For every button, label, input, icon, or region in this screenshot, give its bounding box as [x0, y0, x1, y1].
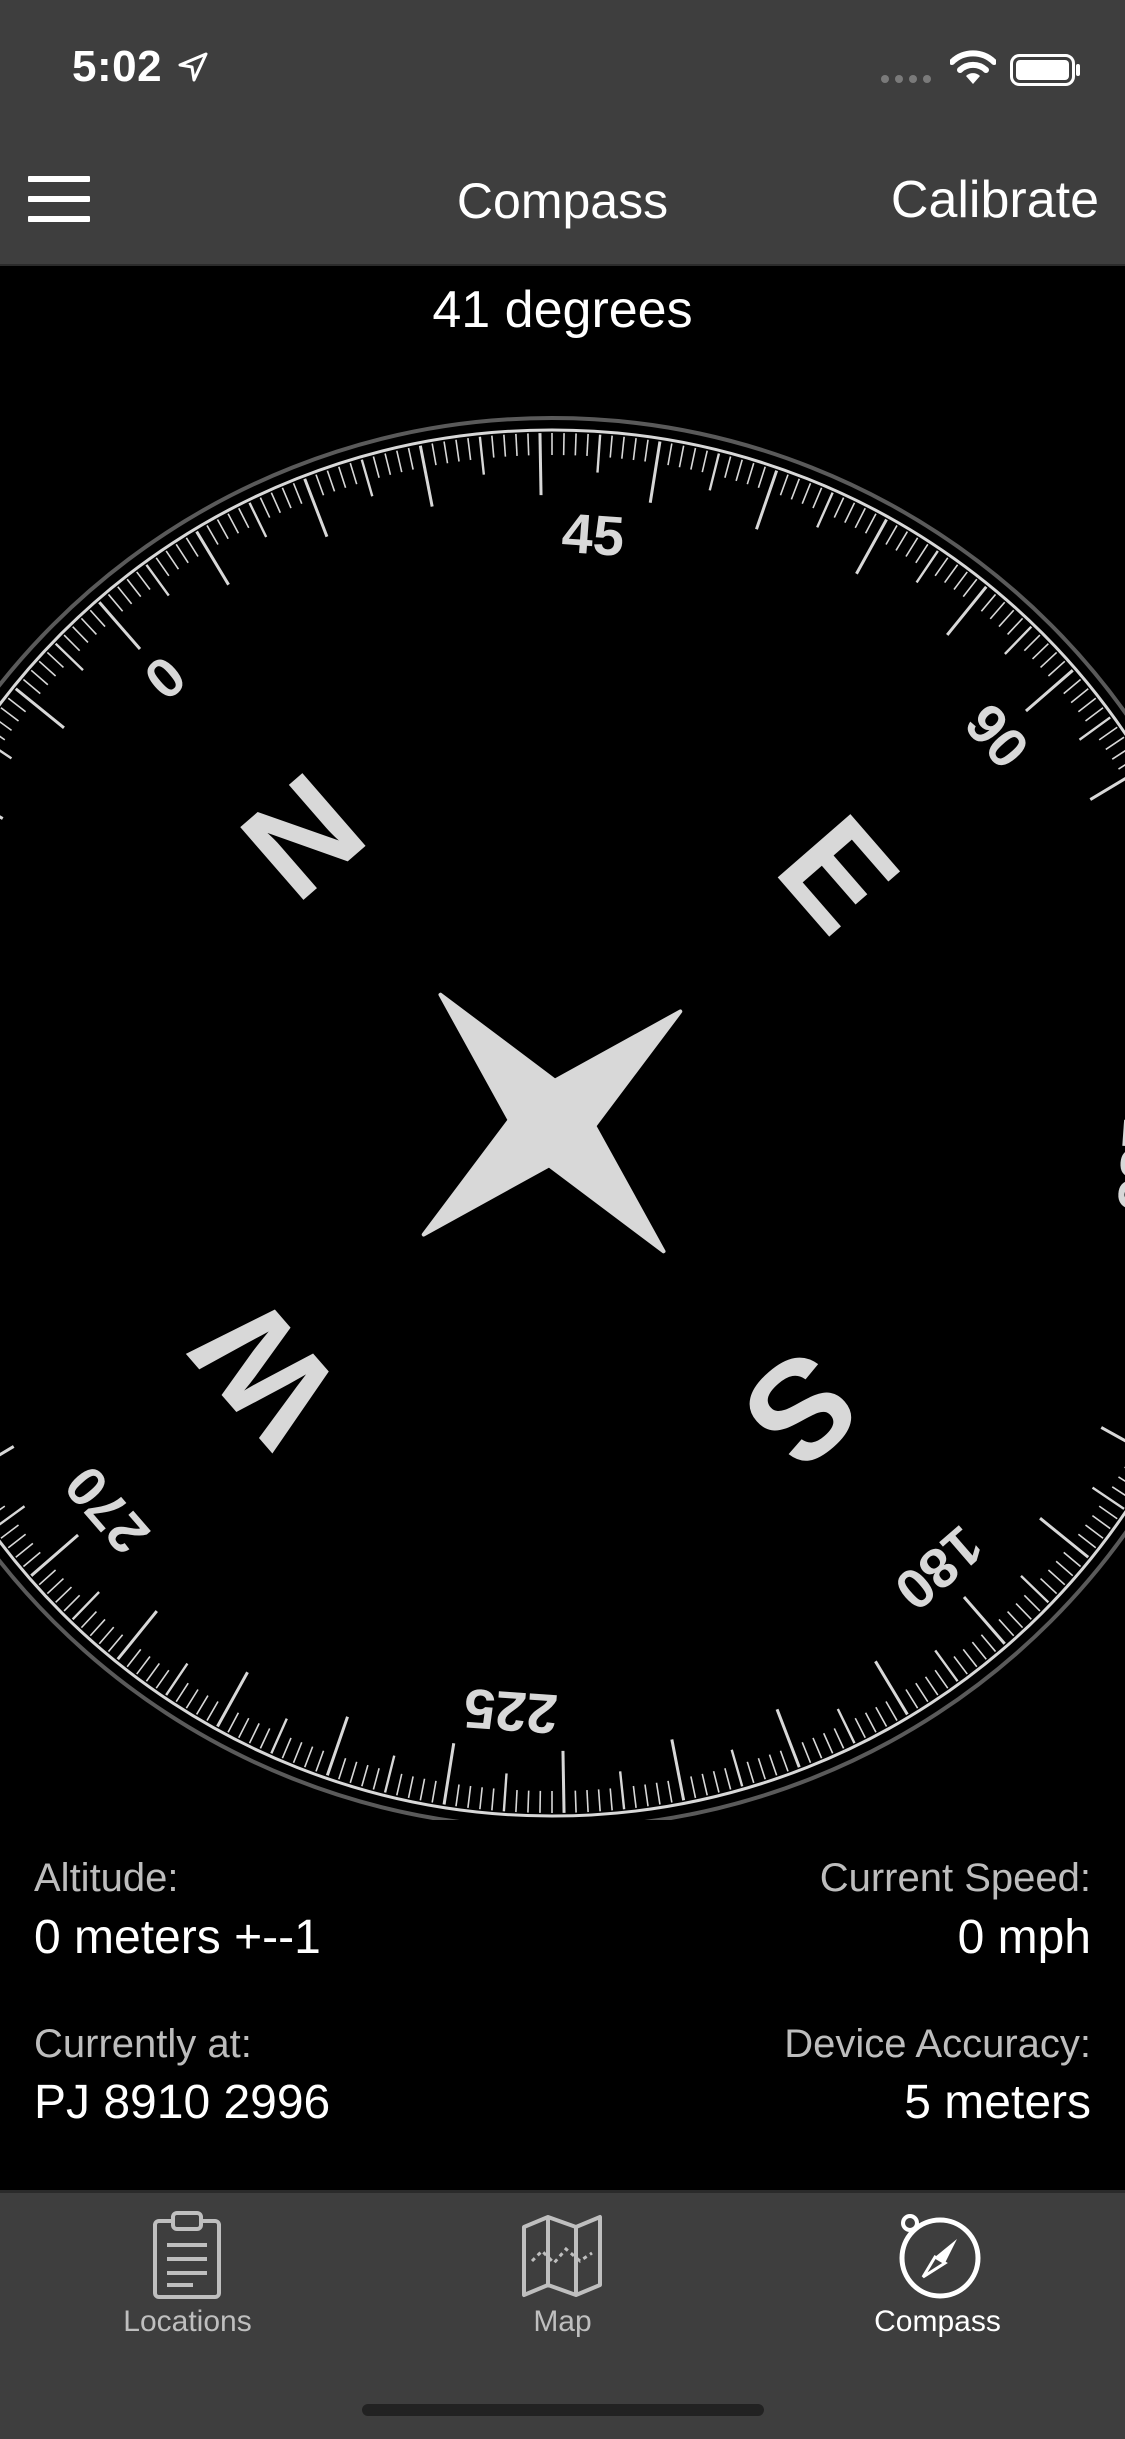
clipboard-icon — [145, 2211, 229, 2301]
location-arrow-icon — [178, 52, 208, 82]
compass-icon — [895, 2211, 985, 2301]
degree-tick — [575, 433, 576, 455]
accuracy-label: Device Accuracy: — [784, 2022, 1091, 2067]
degree-tick — [540, 433, 541, 495]
speed-label: Current Speed: — [820, 1856, 1091, 1901]
tab-bar: Locations Map Compass — [0, 2190, 1125, 2439]
degree-tick — [528, 1791, 529, 1813]
map-icon — [520, 2211, 604, 2301]
home-indicator — [362, 2404, 764, 2416]
location-value: PJ 8910 2996 — [34, 2075, 330, 2130]
degree-tick — [575, 1791, 576, 1813]
compass-dial: 04590135180225270315 NESW — [0, 400, 1125, 1820]
tab-label-map: Map — [375, 2305, 750, 2339]
tab-label-locations: Locations — [0, 2305, 375, 2339]
tab-locations[interactable]: Locations — [0, 2201, 375, 2371]
wifi-icon — [950, 50, 996, 86]
degree-tick — [528, 433, 529, 455]
tab-compass[interactable]: Compass — [750, 2201, 1125, 2371]
battery-icon — [1010, 54, 1082, 86]
navigation-bar: Compass Calibrate — [0, 132, 1125, 266]
status-time: 5:02 — [72, 42, 162, 92]
location-label: Currently at: — [34, 2022, 252, 2067]
degree-tick — [563, 1751, 564, 1813]
speed-value: 0 mph — [958, 1910, 1091, 1965]
tab-map[interactable]: Map — [375, 2201, 750, 2371]
heading-readout: 41 degrees — [0, 280, 1125, 340]
altitude-label: Altitude: — [34, 1856, 179, 1901]
signal-dots-icon — [880, 74, 936, 84]
status-bar: 5:02 — [0, 0, 1125, 132]
calibrate-button[interactable]: Calibrate — [891, 170, 1099, 230]
degree-label: 225 — [462, 1677, 560, 1746]
accuracy-value: 5 meters — [904, 2075, 1091, 2130]
tab-label-compass: Compass — [750, 2305, 1125, 2339]
altitude-value: 0 meters +--1 — [34, 1910, 321, 1965]
degree-label: 45 — [560, 501, 627, 568]
